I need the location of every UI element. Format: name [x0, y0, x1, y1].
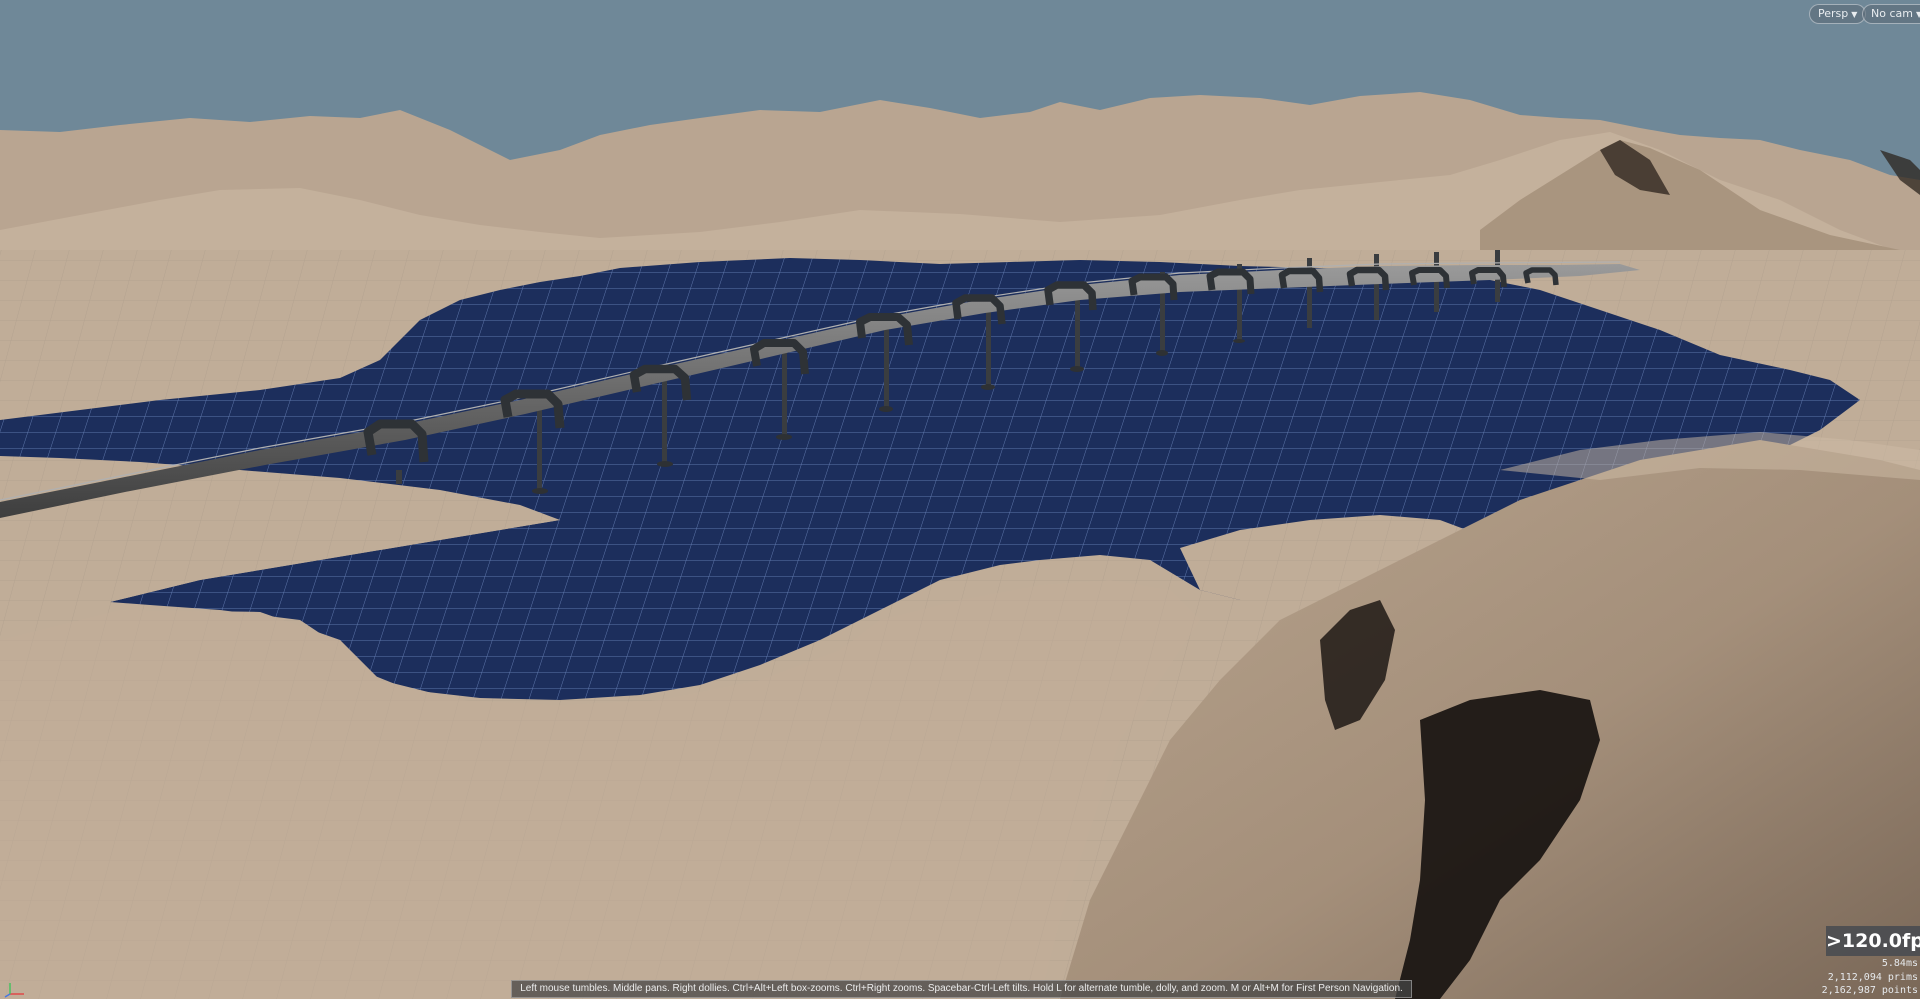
camera-label: No cam: [1871, 7, 1913, 20]
frame-time-readout: 5.84ms: [1881, 958, 1918, 969]
fps-readout: >120.0fps: [1826, 926, 1920, 956]
points-count-readout: 2,162,987 points: [1821, 985, 1918, 996]
navigation-help-bar: Left mouse tumbles. Middle pans. Right d…: [511, 980, 1412, 998]
view-mode-label: Persp: [1818, 7, 1849, 20]
navigation-help-text: Left mouse tumbles. Middle pans. Right d…: [520, 983, 1403, 994]
performance-stats: >120.0fps 5.84ms 2,112,094 prims 2,162,9…: [1810, 926, 1920, 999]
prims-count-readout: 2,112,094 prims: [1827, 972, 1918, 983]
scene-render[interactable]: [0, 0, 1920, 999]
xyz-axis-icon: [4, 983, 24, 998]
chevron-down-icon: ▼: [1915, 10, 1920, 19]
camera-menu[interactable]: No cam ▼: [1862, 4, 1920, 24]
3d-viewport[interactable]: Persp ▼ No cam ▼ Left mouse tumbles. Middl…: [0, 0, 1920, 999]
chevron-down-icon: ▼: [1851, 10, 1858, 19]
view-mode-menu[interactable]: Persp ▼: [1809, 4, 1867, 24]
pipeline-end-bracket: [396, 470, 402, 484]
